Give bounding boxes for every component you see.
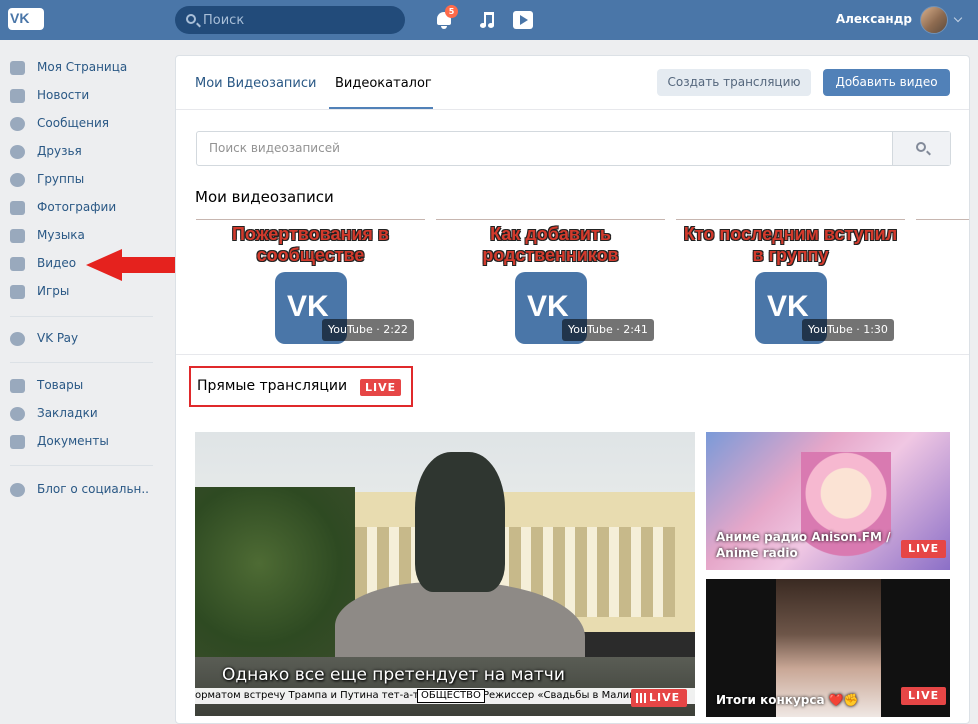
- video-card[interactable]: Пожертвования в сообществе VK YouTube · …: [196, 219, 425, 349]
- sidebar-item-bookmarks[interactable]: Закладки: [0, 400, 160, 428]
- video-search-button[interactable]: [892, 132, 950, 165]
- news-ticker: орматом встречу Трампа и Путина тет-а-те…: [195, 688, 695, 704]
- live-badge: LIVE: [360, 379, 402, 396]
- stream-title: Аниме радио Anison.FM / Anime radio: [716, 530, 891, 560]
- star-icon: [10, 407, 25, 421]
- chevron-down-icon[interactable]: [953, 13, 963, 23]
- my-videos-title: Мои видеозаписи: [195, 188, 334, 206]
- document-icon: [10, 435, 25, 449]
- sidebar-item-games[interactable]: Игры: [0, 278, 160, 306]
- news-icon: [10, 89, 25, 103]
- film-icon: [10, 257, 25, 271]
- stream-title: Итоги конкурса ❤️✊: [716, 693, 859, 707]
- video-card[interactable]: Кто последним вступил в группу VK YouTub…: [676, 219, 905, 349]
- arrow-head: [86, 249, 122, 281]
- sidebar-item-goods[interactable]: Товары: [0, 372, 160, 400]
- sidebar-item-messages[interactable]: Сообщения: [0, 110, 160, 138]
- sidebar-item-photos[interactable]: Фотографии: [0, 194, 160, 222]
- live-streams-header: Прямые трансляции LIVE: [189, 366, 413, 407]
- tabs-divider: [176, 109, 969, 110]
- avatar[interactable]: [920, 6, 948, 34]
- video-duration: YouTube · 2:41: [562, 319, 654, 341]
- sidebar-item-blog[interactable]: Блог о социальн..: [0, 476, 160, 504]
- video-caption: Пожертвования в сообществе: [232, 224, 389, 265]
- global-search[interactable]: [175, 6, 405, 34]
- sidebar-item-groups[interactable]: Группы: [0, 166, 160, 194]
- create-stream-button[interactable]: Создать трансляцию: [657, 69, 811, 96]
- home-icon: [10, 61, 25, 75]
- sidebar-divider: [10, 316, 153, 317]
- live-stream-card[interactable]: Аниме радио Anison.FM / Anime radio LIVE: [706, 432, 950, 570]
- video-search: [196, 131, 951, 166]
- camera-icon: [10, 201, 25, 215]
- global-search-input[interactable]: [203, 11, 393, 29]
- video-card-partial[interactable]: [916, 219, 969, 349]
- sidebar-item-my-page[interactable]: Моя Страница: [0, 54, 160, 82]
- add-video-button[interactable]: Добавить видео: [823, 69, 950, 96]
- featured-live-stream[interactable]: Однако все еще претендует на матчи ормат…: [195, 432, 695, 716]
- gamepad-icon: [10, 285, 25, 299]
- section-divider: [176, 354, 969, 355]
- video-caption: Как добавить родственников: [482, 224, 619, 265]
- music-icon: [10, 229, 25, 243]
- friend-icon: [10, 145, 25, 159]
- live-streams-title: Прямые трансляции: [197, 378, 348, 394]
- sidebar-item-music[interactable]: Музыка: [0, 222, 160, 250]
- ticker-tag: ОБЩЕСТВО: [417, 689, 485, 703]
- vk-logo[interactable]: VK: [8, 8, 44, 30]
- notifications-badge: 5: [445, 5, 458, 18]
- live-stream-card[interactable]: Итоги конкурса ❤️✊ LIVE: [706, 579, 950, 717]
- statue-image: [415, 452, 505, 592]
- sidebar-divider: [10, 465, 153, 466]
- video-card[interactable]: Как добавить родственников VK YouTube · …: [436, 219, 665, 349]
- sidebar-item-documents[interactable]: Документы: [0, 428, 160, 456]
- tab-my-videos[interactable]: Мои Видеозаписи: [195, 76, 316, 91]
- live-signal-icon: [636, 693, 646, 703]
- search-icon: [186, 14, 196, 24]
- community-icon: [10, 483, 25, 497]
- live-badge: LIVE: [631, 689, 688, 707]
- play-icon[interactable]: [513, 10, 533, 30]
- vkpay-icon: [10, 332, 25, 346]
- sidebar-item-news[interactable]: Новости: [0, 82, 160, 110]
- video-duration: YouTube · 1:30: [802, 319, 894, 341]
- search-icon: [916, 142, 926, 152]
- video-caption: Кто последним вступил в группу: [683, 224, 898, 265]
- music-icon[interactable]: [480, 10, 500, 30]
- bag-icon: [10, 379, 25, 393]
- annotation-arrow: [86, 249, 186, 281]
- video-page: Мои Видеозаписи Видеокаталог Создать тра…: [175, 55, 970, 724]
- left-sidebar: Моя Страница Новости Сообщения Друзья Гр…: [0, 40, 170, 724]
- live-badge: LIVE: [901, 540, 947, 558]
- sidebar-item-vkpay[interactable]: VK Pay: [0, 325, 160, 353]
- sidebar-divider: [10, 362, 153, 363]
- video-duration: YouTube · 2:22: [322, 319, 414, 341]
- sidebar-item-friends[interactable]: Друзья: [0, 138, 160, 166]
- live-badge: LIVE: [901, 687, 947, 705]
- tab-video-catalog[interactable]: Видеокаталог: [335, 76, 432, 91]
- user-name[interactable]: Александр: [830, 12, 912, 26]
- messages-icon: [10, 117, 25, 131]
- stream-subtitle: Однако все еще претендует на матчи: [222, 665, 565, 685]
- video-search-input[interactable]: [209, 141, 869, 155]
- top-header: VK 5 Александр: [0, 0, 978, 40]
- groups-icon: [10, 173, 25, 187]
